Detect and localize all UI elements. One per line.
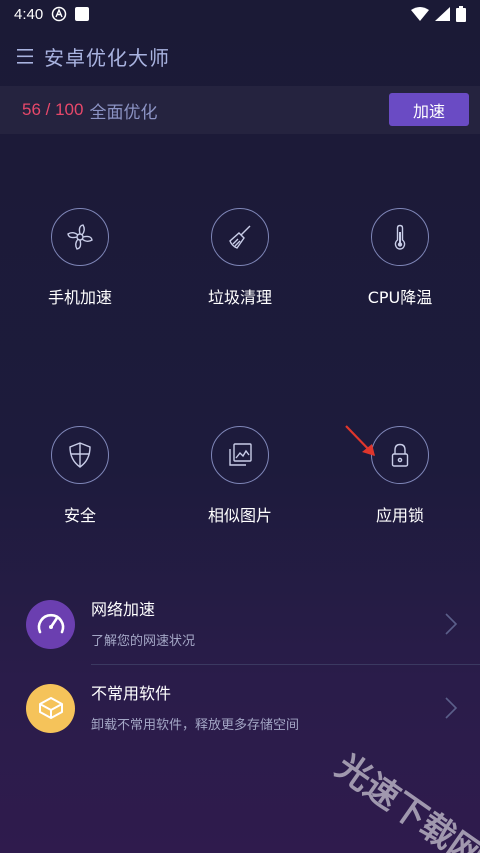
list-item-unused-apps[interactable]: 不常用软件 卸载不常用软件，释放更多存储空间 <box>0 666 480 750</box>
list-item-subtitle: 了解您的网速状况 <box>91 634 196 649</box>
chevron-right-icon <box>445 697 458 719</box>
score-label: 全面优化 <box>89 102 158 123</box>
red-arrow-icon <box>345 425 375 456</box>
menu-icon[interactable] <box>16 46 36 66</box>
tile-label: 相似图片 <box>207 506 272 525</box>
fan-icon <box>51 208 109 266</box>
photos-icon <box>211 426 269 484</box>
app-title: 安卓优化大师 <box>44 45 170 70</box>
broom-icon <box>211 208 269 266</box>
status-bar: 4:40 <box>0 0 480 28</box>
tile-security[interactable]: 安全 <box>10 426 150 526</box>
boost-button[interactable]: 加速 <box>389 93 469 126</box>
wifi-icon <box>411 7 429 21</box>
app-bar: 安卓优化大师 <box>0 28 480 84</box>
tile-phone-boost[interactable]: 手机加速 <box>10 208 150 308</box>
tile-label: CPU降温 <box>367 288 433 307</box>
list-item-subtitle: 卸载不常用软件，释放更多存储空间 <box>91 718 300 733</box>
tile-label: 应用锁 <box>375 506 424 525</box>
list-item-network-boost[interactable]: 网络加速 了解您的网速状况 <box>0 582 480 666</box>
list-item-title: 不常用软件 <box>91 684 172 703</box>
tile-similar-photos[interactable]: 相似图片 <box>170 426 310 526</box>
score-bar: 56 / 100 全面优化 加速 <box>0 86 480 134</box>
shield-icon <box>51 426 109 484</box>
watermark-text: 光速下载网 <box>328 746 480 853</box>
tile-junk-clean[interactable]: 垃圾清理 <box>170 208 310 308</box>
chevron-right-icon <box>445 613 458 635</box>
tile-cpu-cool[interactable]: CPU降温 <box>330 208 470 308</box>
status-time: 4:40 <box>14 5 44 23</box>
lock-icon <box>371 426 429 484</box>
score-value: 56 / 100 <box>22 100 84 119</box>
list-divider <box>91 664 480 665</box>
tile-label: 手机加速 <box>47 288 112 307</box>
battery-icon <box>456 6 466 22</box>
tile-label: 垃圾清理 <box>207 288 272 307</box>
speedometer-icon <box>26 599 75 649</box>
thermometer-icon <box>371 208 429 266</box>
notification-square-icon <box>75 7 90 21</box>
list-item-title: 网络加速 <box>91 600 156 619</box>
signal-icon <box>435 7 450 21</box>
box-icon <box>26 683 75 733</box>
accessibility-icon <box>51 6 67 22</box>
tile-label: 安全 <box>63 506 96 525</box>
